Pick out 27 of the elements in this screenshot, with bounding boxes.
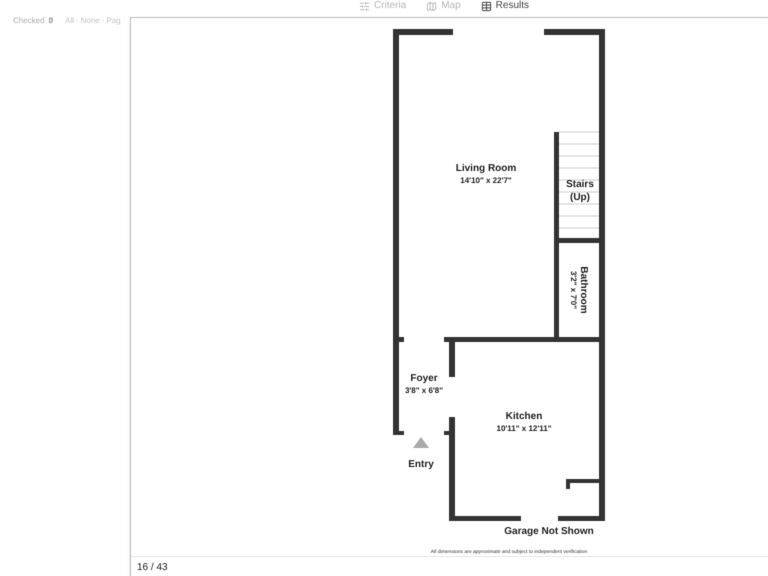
separator: · <box>76 15 79 27</box>
entry-label: Entry <box>408 459 434 470</box>
stairs-label: (Up) <box>570 192 590 203</box>
room-size: 14'10" x 22'7" <box>460 176 512 185</box>
view-tab[interactable]: Results <box>480 0 530 12</box>
select-link[interactable]: None <box>80 15 100 27</box>
select-link[interactable]: Pag <box>106 15 121 27</box>
sliders-icon <box>358 0 370 12</box>
stairs-label: Stairs <box>566 179 594 190</box>
garage-note: Garage Not Shown <box>504 526 594 537</box>
view-tab[interactable]: Map <box>426 0 461 12</box>
room-size: 3'8" x 6'8" <box>404 386 444 395</box>
room-name: Kitchen <box>506 411 542 422</box>
room-name: Living Room <box>456 163 516 174</box>
table-icon <box>480 0 492 12</box>
room-size: 10'11" x 12'11" <box>496 424 552 433</box>
room-name: Bathroom <box>578 266 589 314</box>
image-counter: 16 / 43 <box>137 560 168 574</box>
map-icon <box>426 0 438 12</box>
room-size: 3'2" x 7'0" <box>569 270 578 310</box>
view-tab[interactable]: Criteria <box>358 0 406 12</box>
entry-arrow-icon <box>413 437 429 448</box>
select-link[interactable]: All <box>65 15 74 27</box>
checked-label: Checked <box>13 15 45 27</box>
room-name: Foyer <box>410 373 438 384</box>
separator: · <box>102 15 104 27</box>
checked-count: 0 <box>48 15 54 27</box>
